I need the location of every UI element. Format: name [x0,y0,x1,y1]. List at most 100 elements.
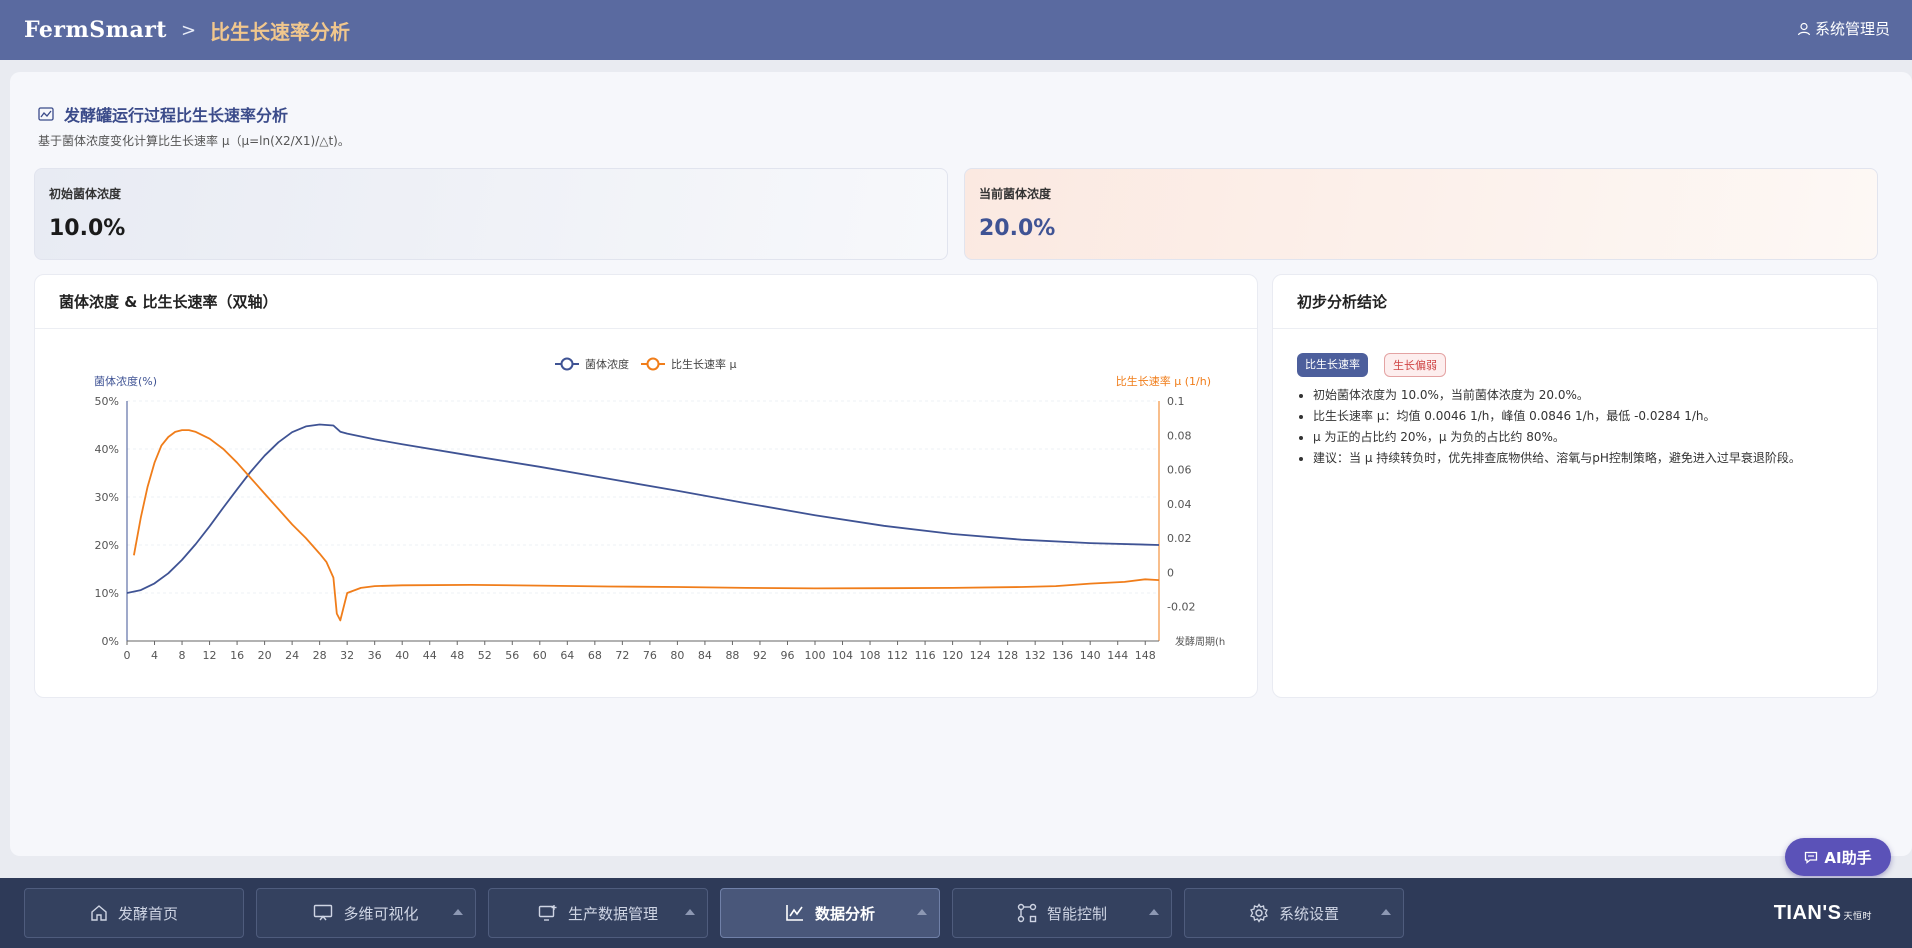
monitor-icon [314,904,333,921]
bottom-nav: 发酵首页 多维可视化 生产数据管理 数据分析 智能控制 系统设置 TIAN'S … [0,878,1912,948]
x-tick-label: 144 [1107,649,1128,662]
nav-smart-control[interactable]: 智能控制 [952,888,1172,938]
x-tick-label: 0 [124,649,131,662]
brand-logo[interactable]: FermSmart [24,17,167,43]
kpi-label: 初始菌体浓度 [49,187,122,201]
nav-production-data[interactable]: 生产数据管理 [488,888,708,938]
conclusion-list: 初始菌体浓度为 10.0%，当前菌体浓度为 20.0%。 比生长速率 μ：均值 … [1313,387,1873,471]
x-tick-label: 124 [970,649,991,662]
x-tick-label: 56 [505,649,519,662]
chart-card-title: 菌体浓度 & 比生长速率（双轴） [35,275,1257,329]
x-tick-label: 92 [753,649,767,662]
series-line [126,423,1160,594]
x-tick-label: 140 [1080,649,1101,662]
conclusion-item: μ 为正的占比约 20%，μ 为负的占比约 80%。 [1313,429,1873,445]
gear-icon [1250,903,1268,923]
x-tick-label: 136 [1052,649,1073,662]
conclusion-item: 比生长速率 μ：均值 0.0046 1/h，峰值 0.0846 1/h，最低 -… [1313,408,1873,424]
x-tick-label: 52 [478,649,492,662]
breadcrumb-separator: > [180,19,197,41]
x-tick-label: 104 [832,649,853,662]
ai-assistant-button[interactable]: AI助手 [1785,838,1891,876]
desktop-plus-icon [538,905,557,921]
tag-weak-growth: 生长偏弱 [1384,353,1446,377]
kpi-label: 当前菌体浓度 [979,187,1052,201]
conclusion-card-title: 初步分析结论 [1273,275,1877,329]
x-tick-label: 88 [725,649,739,662]
logo-text: TIAN'S [1773,902,1842,924]
x-tick-label: 76 [643,649,657,662]
nav-label: 生产数据管理 [567,904,658,923]
kpi-initial-concentration: 初始菌体浓度 10.0% [34,168,948,260]
user-name: 系统管理员 [1814,20,1890,38]
x-axis-label: 发酵周期(h [1175,635,1225,648]
tag-growth-rate: 比生长速率 [1297,353,1368,377]
x-tick-label: 12 [203,649,217,662]
nav-label: 多维可视化 [343,904,419,923]
series-line [133,429,1160,622]
x-tick-label: 128 [997,649,1018,662]
x-tick-label: 80 [670,649,684,662]
x-tick-label: 4 [151,649,158,662]
chevron-up-icon [1381,909,1391,915]
y-right-tick-label: -0.02 [1167,601,1195,614]
user-icon [1797,22,1811,35]
conclusion-tags: 比生长速率 生长偏弱 [1297,353,1446,377]
x-tick-label: 48 [450,649,464,662]
dual-axis-chart[interactable]: 0% 10% 20% 30% 40% 50% -0.02 0 0.02 0.04 0.06 0.08 0… [35,329,1259,697]
conclusion-item: 建议：当 μ 持续转负时，优先排查底物供给、溶氧与pH控制策略，避免进入过早衰退… [1313,450,1873,466]
y-right-tick-label: 0 [1167,566,1174,579]
legend-marker [646,357,660,371]
x-tick-label: 60 [533,649,547,662]
chevron-up-icon [685,909,695,915]
x-tick-label: 8 [179,649,186,662]
nav-label: 数据分析 [814,904,875,923]
x-tick-label: 84 [698,649,712,662]
conclusion-card: 初步分析结论 比生长速率 生长偏弱 初始菌体浓度为 10.0%，当前菌体浓度为 … [1272,274,1878,698]
chart-card: 菌体浓度 & 比生长速率（双轴） 0% 10% 20% 30% 40% 50% -0.02 0… [34,274,1258,698]
y-right-axis-label: 比生长速率 μ (1/h) [1116,374,1211,388]
section-title: 发酵罐运行过程比生长速率分析 [64,106,289,125]
x-tick-label: 20 [258,649,272,662]
company-logo: TIAN'S 天恒时 [1774,902,1872,925]
y-left-axis-label: 菌体浓度(%) [94,374,157,388]
nav-visualization[interactable]: 多维可视化 [256,888,476,938]
x-tick-label: 64 [560,649,574,662]
logo-subtext: 天恒时 [1843,911,1872,921]
x-tick-label: 36 [368,649,382,662]
y-left-tick-label: 0% [102,635,119,648]
y-right-tick-label: 0.08 [1167,429,1192,442]
chart-icon [786,905,803,921]
nav-system-settings[interactable]: 系统设置 [1184,888,1404,938]
nav-home[interactable]: 发酵首页 [24,888,244,938]
kpi-value: 10.0% [49,216,126,241]
x-tick-label: 120 [942,649,963,662]
nav-label: 发酵首页 [117,904,178,923]
nav-label: 智能控制 [1046,904,1107,923]
chat-icon [1805,851,1818,864]
top-header: FermSmart > 比生长速率分析 系统管理员 [0,0,1912,60]
kpi-current-concentration: 当前菌体浓度 20.0% [964,168,1878,260]
legend-label: 比生长速率 μ [671,357,737,371]
x-tick-label: 40 [395,649,409,662]
y-left-tick-label: 20% [95,539,119,552]
legend-label: 菌体浓度 [585,357,629,371]
x-tick-label: 112 [887,649,908,662]
page-title: 比生长速率分析 [210,19,351,44]
x-tick-label: 148 [1135,649,1156,662]
user-menu[interactable]: 系统管理员 [1797,18,1890,39]
x-tick-label: 68 [588,649,602,662]
nav-label: 系统设置 [1278,904,1339,923]
y-right-tick-label: 0.1 [1167,395,1185,408]
chevron-up-icon [453,909,463,915]
nav-data-analysis[interactable]: 数据分析 [720,888,940,938]
y-left-tick-label: 50% [95,395,119,408]
x-tick-label: 108 [860,649,881,662]
kpi-value: 20.0% [979,216,1056,241]
x-tick-label: 24 [285,649,299,662]
x-tick-label: 100 [805,649,826,662]
section-subtitle: 基于菌体浓度变化计算比生长速率 μ（μ=ln(X2/X1)/△t)。 [38,134,350,148]
y-right-tick-label: 0.06 [1167,464,1192,477]
x-tick-label: 28 [313,649,327,662]
nodes-icon [1017,903,1037,923]
